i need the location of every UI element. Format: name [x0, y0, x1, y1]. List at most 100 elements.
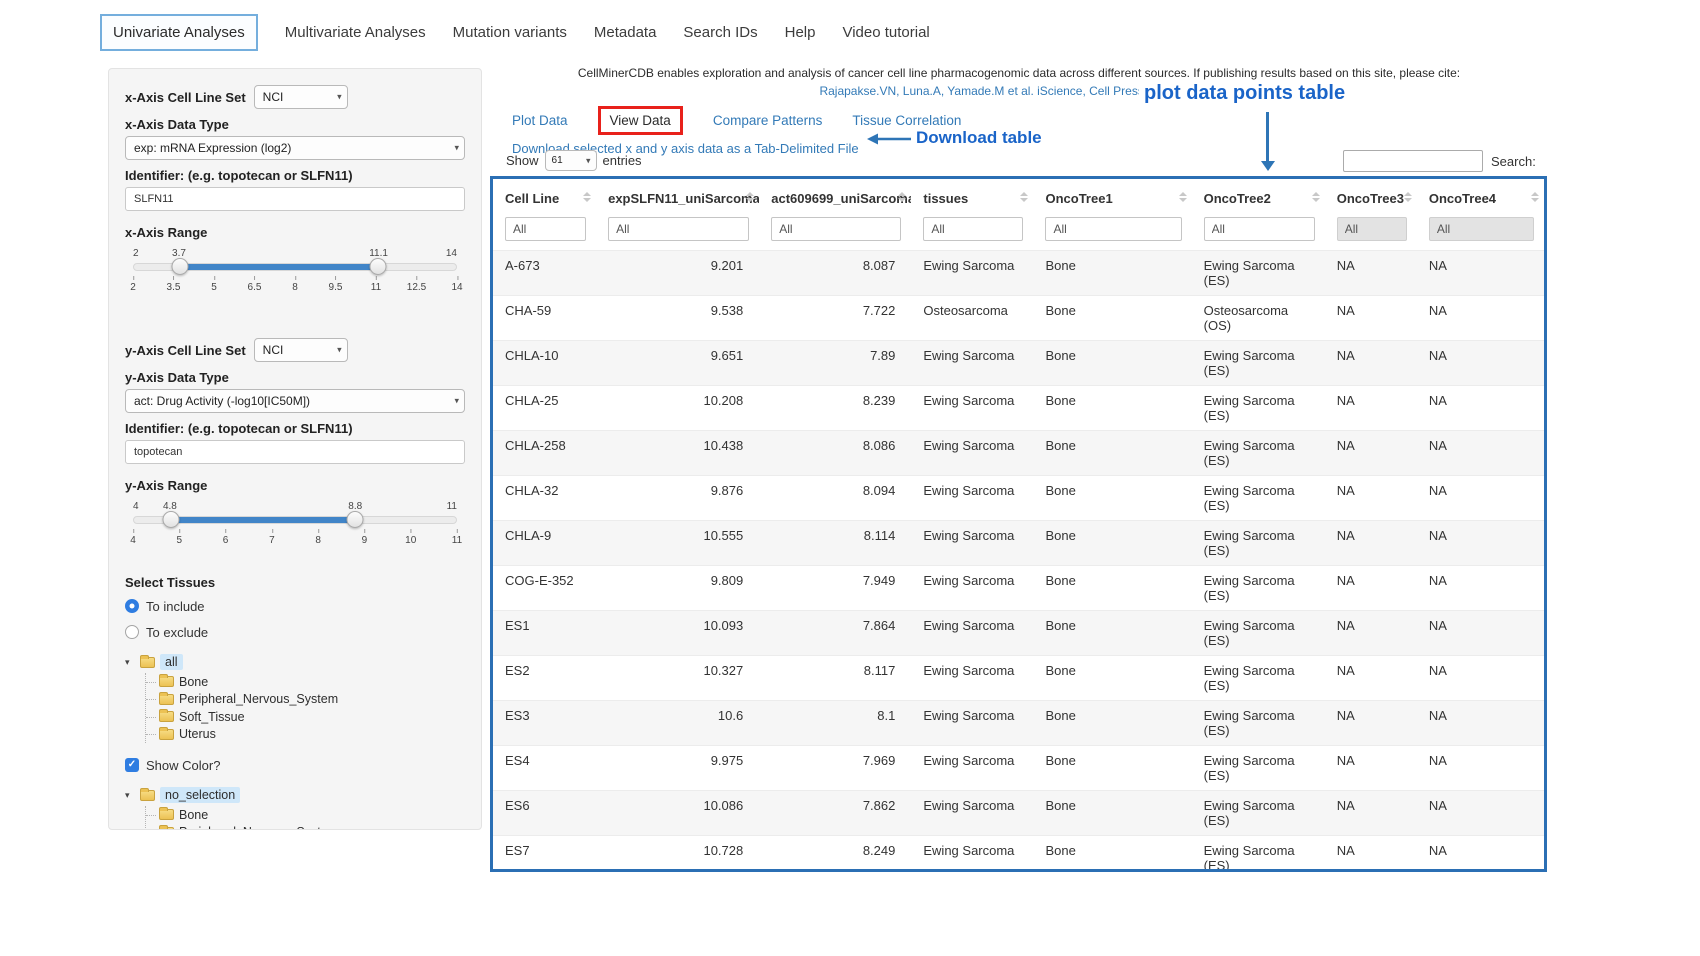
table-row-es4[interactable]: ES49.9757.969Ewing SarcomaBoneEwing Sarc…	[493, 746, 1544, 791]
table-cell: NA	[1417, 746, 1544, 791]
tree-root-all[interactable]: ▾ all	[125, 652, 465, 672]
column-header-oncotree1[interactable]: OncoTree1	[1033, 179, 1191, 215]
table-cell: CHLA-9	[493, 521, 596, 566]
search-input[interactable]	[1343, 150, 1483, 172]
nav-item-mutation-variants[interactable]: Mutation variants	[453, 16, 567, 49]
slider-tick-label: 4	[130, 535, 136, 546]
tree-root-label: all	[160, 654, 183, 670]
table-cell: 10.093	[596, 611, 759, 656]
filter-input-oncotree3[interactable]	[1337, 217, 1407, 241]
tab-view-data[interactable]: View Data	[598, 106, 683, 135]
tree-item-uterus[interactable]: Uterus	[146, 726, 465, 744]
nav-item-video-tutorial[interactable]: Video tutorial	[842, 16, 929, 49]
x-data-type-label: x-Axis Data Type	[125, 117, 465, 132]
y-cell-line-set-select[interactable]: NCI	[254, 338, 348, 362]
nav-item-univariate-analyses[interactable]: Univariate Analyses	[100, 14, 258, 51]
tab-plot-data[interactable]: Plot Data	[512, 113, 568, 128]
filter-input-oncotree2[interactable]	[1204, 217, 1315, 241]
nav-item-metadata[interactable]: Metadata	[594, 16, 657, 49]
x-data-type-select[interactable]: exp: mRNA Expression (log2)	[125, 136, 465, 160]
y-data-type-select[interactable]: act: Drug Activity (-log10[IC50M])	[125, 389, 465, 413]
nav-item-search-ids[interactable]: Search IDs	[683, 16, 757, 49]
y-identifier-input[interactable]	[125, 440, 465, 464]
x-range-handle-high[interactable]	[370, 258, 387, 275]
radio-unselected-icon	[125, 625, 139, 639]
tree-item-label: Bone	[179, 675, 208, 689]
column-header-cell-line[interactable]: Cell Line	[493, 179, 596, 215]
to-exclude-label: To exclude	[146, 625, 208, 640]
tree-item-peripheral-nervous-system[interactable]: Peripheral_Nervous_System	[146, 691, 465, 709]
column-header-tissues[interactable]: tissues	[911, 179, 1033, 215]
checkbox-checked-icon: ✓	[125, 758, 139, 772]
tree-root-no-selection[interactable]: ▾ no_selection	[125, 785, 465, 805]
table-cell: ES7	[493, 836, 596, 873]
column-header-oncotree3[interactable]: OncoTree3	[1325, 179, 1417, 215]
y-range-track[interactable]	[133, 516, 457, 524]
column-header-oncotree4[interactable]: OncoTree4	[1417, 179, 1544, 215]
table-row-chla-9[interactable]: CHLA-910.5558.114Ewing SarcomaBoneEwing …	[493, 521, 1544, 566]
table-row-chla-32[interactable]: CHLA-329.8768.094Ewing SarcomaBoneEwing …	[493, 476, 1544, 521]
slider-tick-label: 8	[292, 282, 298, 293]
controls-sidebar: x-Axis Cell Line Set NCI ▾ x-Axis Data T…	[108, 68, 482, 830]
column-header-act609699-unisarcoma[interactable]: act609699_uniSarcoma	[759, 179, 911, 215]
table-cell: 10.555	[596, 521, 759, 566]
table-row-cog-e-352[interactable]: COG-E-3529.8097.949Ewing SarcomaBoneEwin…	[493, 566, 1544, 611]
table-row-a-673[interactable]: A-6739.2018.087Ewing SarcomaBoneEwing Sa…	[493, 251, 1544, 296]
tree-item-soft-tissue[interactable]: Soft_Tissue	[146, 708, 465, 726]
tab-tissue-correlation[interactable]: Tissue Correlation	[852, 113, 961, 128]
nav-item-multivariate-analyses[interactable]: Multivariate Analyses	[285, 16, 426, 49]
table-cell: 9.975	[596, 746, 759, 791]
radio-to-include[interactable]: To include	[125, 596, 465, 616]
y-range-handle-high[interactable]	[346, 511, 363, 528]
folder-icon	[159, 827, 174, 830]
table-cell: Bone	[1033, 296, 1191, 341]
column-header-oncotree2[interactable]: OncoTree2	[1192, 179, 1325, 215]
slider-tick-label: 10	[405, 535, 416, 546]
radio-to-exclude[interactable]: To exclude	[125, 622, 465, 642]
column-header-label: act609699_uniSarcoma	[771, 191, 911, 206]
x-identifier-input[interactable]	[125, 187, 465, 211]
y-range-handle-low[interactable]	[162, 511, 179, 528]
table-cell: 7.862	[759, 791, 911, 836]
x-range-track[interactable]	[133, 263, 457, 271]
filter-input-expslfn11-unisarcoma[interactable]	[608, 217, 749, 241]
tree-item-bone[interactable]: Bone	[146, 806, 465, 824]
table-cell: NA	[1417, 701, 1544, 746]
table-cell: 7.722	[759, 296, 911, 341]
show-color-control[interactable]: ✓ Show Color?	[125, 755, 465, 775]
table-row-es2[interactable]: ES210.3278.117Ewing SarcomaBoneEwing Sar…	[493, 656, 1544, 701]
table-row-es3[interactable]: ES310.68.1Ewing SarcomaBoneEwing Sarcoma…	[493, 701, 1544, 746]
annotation-plot-data-points-table: plot data points table	[1139, 81, 1350, 106]
sort-icon	[746, 192, 754, 202]
tree-item-bone[interactable]: Bone	[146, 673, 465, 691]
table-row-chla-10[interactable]: CHLA-109.6517.89Ewing SarcomaBoneEwing S…	[493, 341, 1544, 386]
table-row-chla-25[interactable]: CHLA-2510.2088.239Ewing SarcomaBoneEwing…	[493, 386, 1544, 431]
tab-compare-patterns[interactable]: Compare Patterns	[713, 113, 823, 128]
filter-input-act609699-unisarcoma[interactable]	[771, 217, 901, 241]
tree-item-peripheral-nervous-system[interactable]: Peripheral_Nervous_System	[146, 824, 465, 831]
citation-line-2[interactable]: Rajapakse.VN, Luna.A, Yamade.M et al. iS…	[492, 84, 1546, 98]
entries-select[interactable]: 61	[545, 150, 597, 171]
nav-item-help[interactable]: Help	[785, 16, 816, 49]
filter-input-oncotree1[interactable]	[1045, 217, 1181, 241]
table-row-cha-59[interactable]: CHA-599.5387.722OsteosarcomaBoneOsteosar…	[493, 296, 1544, 341]
folder-icon	[140, 790, 155, 801]
column-header-expslfn11-unisarcoma[interactable]: expSLFN11_uniSarcoma	[596, 179, 759, 215]
table-cell: Bone	[1033, 791, 1191, 836]
table-cell: 7.969	[759, 746, 911, 791]
table-row-es7[interactable]: ES710.7288.249Ewing SarcomaBoneEwing Sar…	[493, 836, 1544, 873]
table-cell: 9.876	[596, 476, 759, 521]
radio-selected-icon	[125, 599, 139, 613]
x-range-handle-low[interactable]	[171, 258, 188, 275]
filter-input-cell-line[interactable]	[505, 217, 586, 241]
table-row-chla-258[interactable]: CHLA-25810.4388.086Ewing SarcomaBoneEwin…	[493, 431, 1544, 476]
tree-root-label: no_selection	[160, 787, 240, 803]
slider-tick-label: 2	[130, 282, 136, 293]
filter-input-oncotree4[interactable]	[1429, 217, 1534, 241]
table-cell: NA	[1325, 836, 1417, 873]
y-identifier-label: Identifier: (e.g. topotecan or SLFN11)	[125, 421, 465, 436]
filter-input-tissues[interactable]	[923, 217, 1023, 241]
table-row-es1[interactable]: ES110.0937.864Ewing SarcomaBoneEwing Sar…	[493, 611, 1544, 656]
x-cell-line-set-select[interactable]: NCI	[254, 85, 348, 109]
table-row-es6[interactable]: ES610.0867.862Ewing SarcomaBoneEwing Sar…	[493, 791, 1544, 836]
